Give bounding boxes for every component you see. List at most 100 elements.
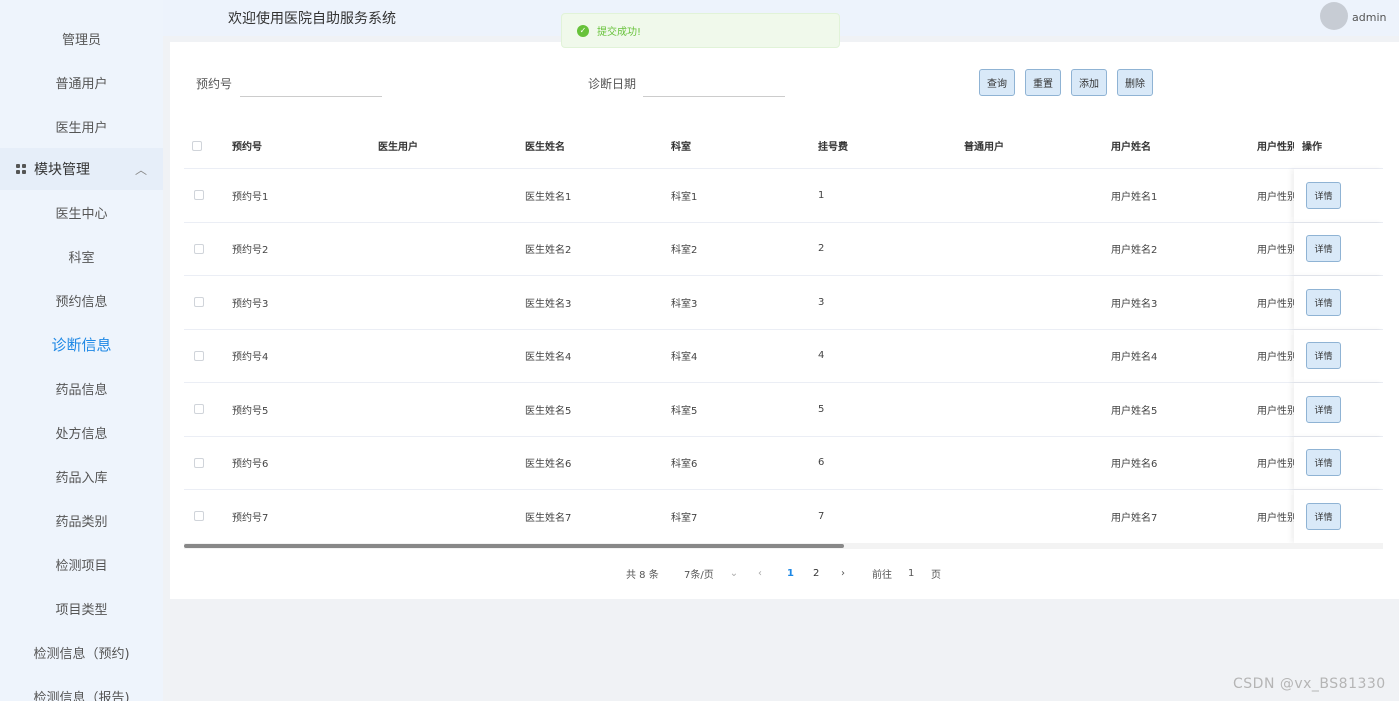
- row-checkbox[interactable]: [194, 223, 204, 276]
- diagnosis-date-label: 诊断日期: [588, 77, 637, 91]
- sidebar-item-test-item[interactable]: 检测项目: [0, 542, 163, 586]
- toast-message: 提交成功!: [597, 27, 642, 38]
- column-header[interactable]: 医生用户: [378, 123, 418, 168]
- column-header[interactable]: 预约号: [232, 123, 262, 168]
- sidebar-item-admin[interactable]: 管理员: [0, 16, 163, 60]
- table-cell: 科室1: [671, 191, 698, 203]
- checkbox-box[interactable]: [194, 457, 204, 468]
- row-checkbox[interactable]: [194, 383, 204, 436]
- column-header[interactable]: 用户姓名: [1111, 123, 1151, 168]
- row-checkbox[interactable]: [194, 437, 204, 490]
- table-cell: 用户姓名1: [1111, 191, 1158, 203]
- checkbox-box[interactable]: [192, 140, 202, 151]
- column-header[interactable]: 用户性别: [1257, 123, 1297, 168]
- checkbox-box[interactable]: [194, 297, 204, 308]
- checkbox-box[interactable]: [194, 511, 204, 522]
- checkbox-box[interactable]: [194, 243, 204, 254]
- diagnosis-date-input[interactable]: [643, 73, 785, 97]
- table-header-row: 预约号 医生用户 医生姓名 科室 挂号费 普通用户 用户姓名 用户性别 操作: [184, 123, 1383, 169]
- table-cell: 6: [818, 457, 825, 469]
- page-2[interactable]: 2: [813, 566, 819, 580]
- avatar[interactable]: [1320, 2, 1348, 30]
- sidebar-item-diagnosis[interactable]: 诊断信息: [0, 322, 163, 366]
- action-cell: 详情: [1294, 276, 1383, 329]
- sidebar-item-normal-user[interactable]: 普通用户: [0, 60, 163, 104]
- sidebar-item-appointment[interactable]: 预约信息: [0, 278, 163, 322]
- checkbox-box[interactable]: [194, 404, 204, 415]
- sidebar-item-medicine[interactable]: 药品信息: [0, 366, 163, 410]
- sidebar-item-doctor-user[interactable]: 医生用户: [0, 104, 163, 148]
- chevron-left-icon[interactable]: ‹: [758, 568, 762, 579]
- table-cell: 科室2: [671, 245, 698, 257]
- success-toast: ✓ 提交成功!: [561, 13, 840, 48]
- table-cell: 用户姓名2: [1111, 245, 1158, 257]
- column-header[interactable]: 普通用户: [964, 123, 1004, 168]
- checkbox-box[interactable]: [194, 350, 204, 361]
- page-size-select[interactable]: 7条/页 ⌄: [684, 566, 738, 581]
- sidebar-item-prescription[interactable]: 处方信息: [0, 410, 163, 454]
- sidebar-item-medicine-stock-in[interactable]: 药品入库: [0, 454, 163, 498]
- detail-button[interactable]: 详情: [1306, 342, 1341, 370]
- appointment-no-label: 预约号: [196, 77, 233, 91]
- detail-button[interactable]: 详情: [1306, 502, 1341, 530]
- delete-button[interactable]: 删除: [1117, 69, 1153, 96]
- row-checkbox[interactable]: [194, 490, 204, 543]
- table-cell: 用户姓名3: [1111, 298, 1158, 310]
- page-title: 欢迎使用医院自助服务系统: [228, 11, 396, 27]
- table-cell: 用户性别5: [1257, 405, 1297, 417]
- action-cell: 详情: [1294, 490, 1383, 543]
- column-header[interactable]: 科室: [671, 123, 691, 168]
- table-cell: 医生姓名3: [525, 298, 572, 310]
- action-cell: 详情: [1294, 329, 1383, 383]
- chevron-down-icon[interactable]: ⌄: [730, 568, 738, 579]
- action-cell-inner: 详情: [1306, 490, 1341, 543]
- table-cell: 医生姓名1: [525, 191, 572, 203]
- checkbox-box[interactable]: [194, 190, 204, 201]
- table-cell: 用户性别6: [1257, 459, 1297, 471]
- row-checkbox[interactable]: [194, 169, 204, 222]
- table-cell: 7: [818, 510, 825, 522]
- action-header-cell: 操作: [1294, 123, 1383, 168]
- table-cell: 医生姓名4: [525, 352, 572, 364]
- row-checkbox[interactable]: [194, 330, 204, 383]
- add-button[interactable]: 添加: [1071, 69, 1107, 96]
- page-number[interactable]: 2: [813, 568, 819, 579]
- reset-button[interactable]: 重置: [1025, 69, 1061, 96]
- goto-page-input[interactable]: 1: [908, 566, 914, 580]
- action-cell-inner: 详情: [1306, 330, 1341, 383]
- select-all-checkbox[interactable]: [192, 123, 202, 168]
- detail-button[interactable]: 详情: [1306, 449, 1341, 477]
- table-row: 预约号3 医生姓名3 科室3 3 用户姓名3 用户性别3 详情: [184, 276, 1383, 330]
- column-header[interactable]: 挂号费: [818, 123, 848, 168]
- detail-button[interactable]: 详情: [1306, 395, 1341, 423]
- row-checkbox[interactable]: [194, 276, 204, 329]
- sidebar-item-doctor-center[interactable]: 医生中心: [0, 190, 163, 234]
- detail-button[interactable]: 详情: [1306, 181, 1341, 209]
- page-size-value[interactable]: 7条/页: [684, 566, 714, 581]
- prev-page-button[interactable]: ‹: [758, 566, 762, 580]
- scrollbar-thumb[interactable]: [184, 544, 844, 548]
- sidebar-item-test-appointment[interactable]: 检测信息（预约): [0, 630, 163, 674]
- sidebar-group-module-management[interactable]: 模块管理 ︿: [0, 148, 163, 190]
- action-cell-inner: 详情: [1306, 437, 1341, 490]
- table-cell: 预约号5: [232, 405, 269, 417]
- username[interactable]: admin: [1352, 11, 1386, 24]
- detail-button[interactable]: 详情: [1306, 235, 1341, 263]
- table-cell: 科室7: [671, 512, 698, 524]
- sidebar-item-test-report[interactable]: 检测信息（报告): [0, 674, 163, 701]
- sidebar-item-medicine-category[interactable]: 药品类别: [0, 498, 163, 542]
- page-1[interactable]: 1: [787, 566, 794, 580]
- horizontal-scrollbar[interactable]: [184, 543, 1383, 549]
- sidebar-item-department[interactable]: 科室: [0, 234, 163, 278]
- column-header[interactable]: 医生姓名: [525, 123, 565, 168]
- table-cell: 科室3: [671, 298, 698, 310]
- next-page-button[interactable]: ›: [841, 566, 845, 580]
- sidebar-group-label: 模块管理: [34, 162, 90, 178]
- page-number[interactable]: 1: [787, 568, 794, 579]
- sidebar-item-item-type[interactable]: 项目类型: [0, 586, 163, 630]
- appointment-no-input[interactable]: [240, 73, 382, 97]
- query-button[interactable]: 查询: [979, 69, 1015, 96]
- detail-button[interactable]: 详情: [1306, 288, 1341, 316]
- chevron-right-icon[interactable]: ›: [841, 568, 845, 579]
- table-row: 预约号2 医生姓名2 科室2 2 用户姓名2 用户性别2 详情: [184, 222, 1383, 276]
